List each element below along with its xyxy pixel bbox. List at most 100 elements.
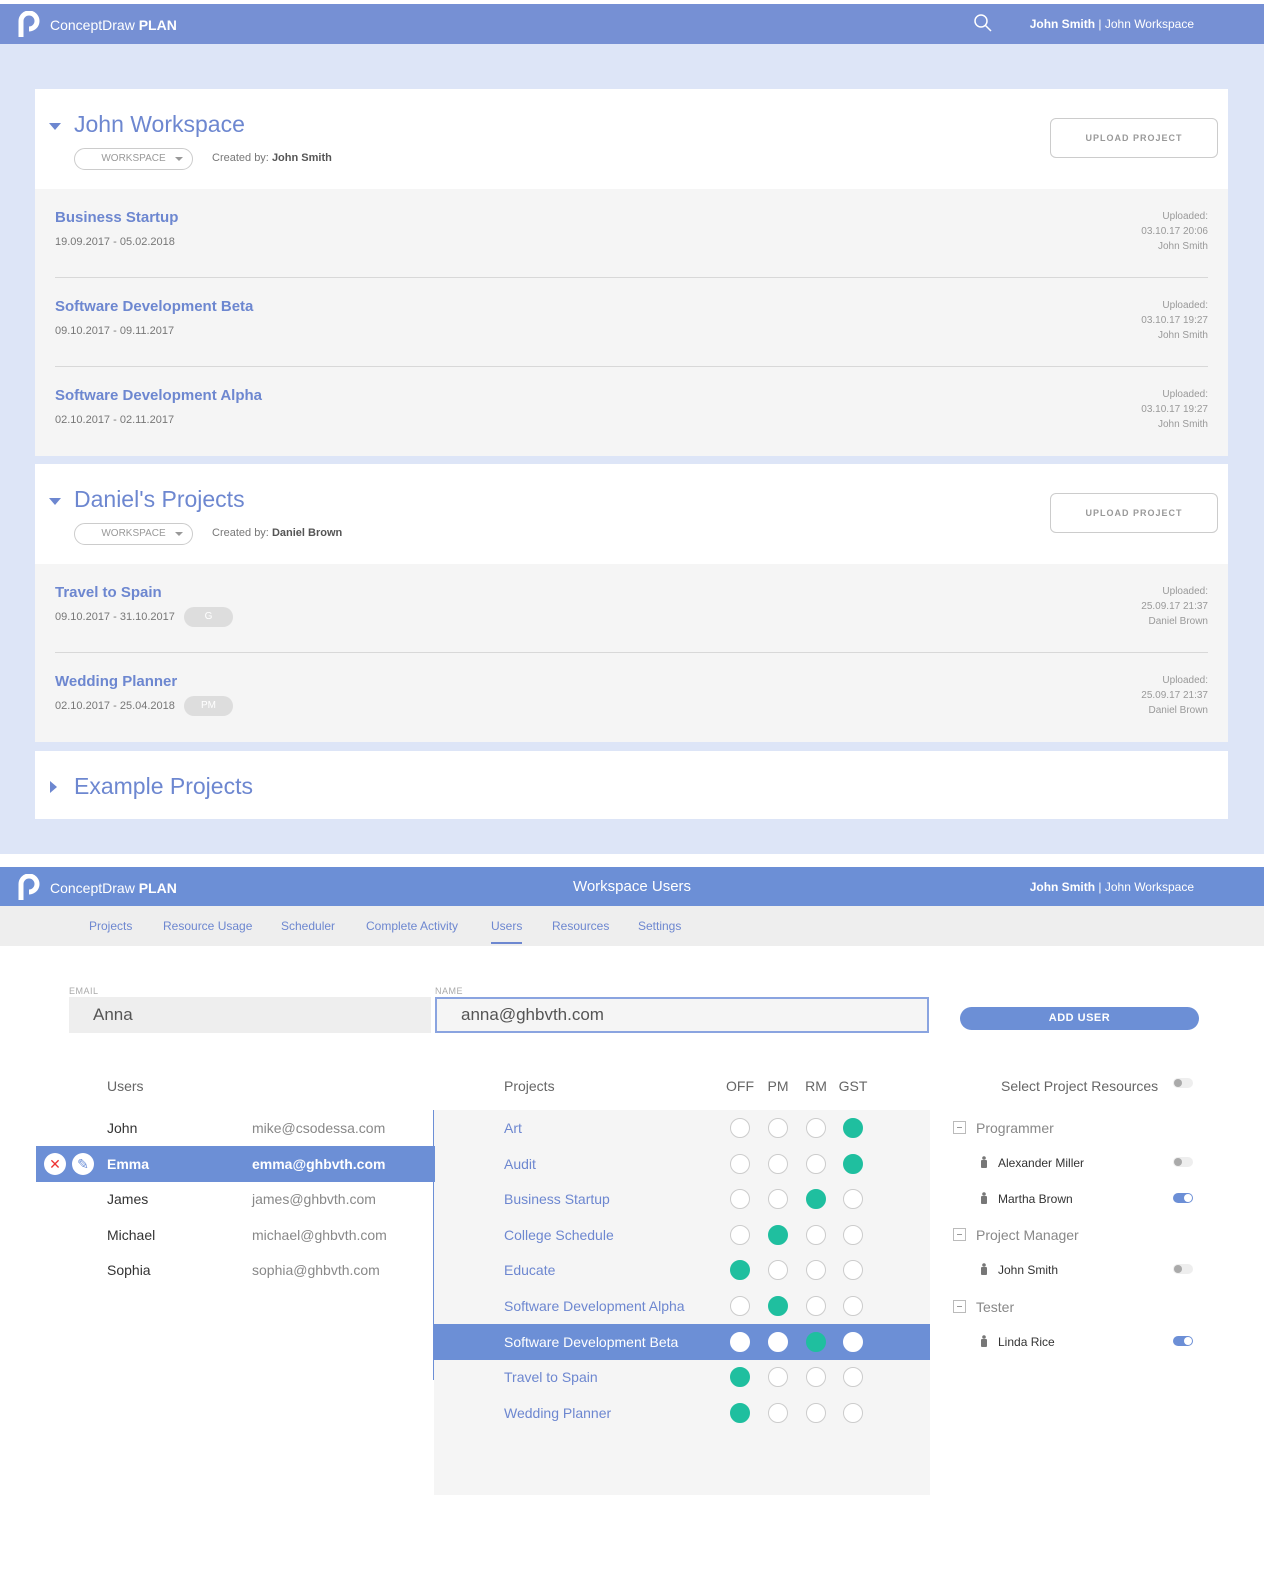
resources-toggle[interactable] xyxy=(1173,1078,1193,1088)
role-radio-pm[interactable] xyxy=(768,1260,788,1281)
collapse-icon[interactable] xyxy=(49,498,61,505)
project-row[interactable]: Travel to Spain 09.10.2017 - 31.10.2017 G U… xyxy=(35,564,1228,653)
resource-toggle[interactable] xyxy=(1173,1192,1193,1203)
resource-toggle[interactable] xyxy=(1173,1264,1193,1274)
role-radio-off[interactable] xyxy=(730,1189,750,1210)
role-radio-off[interactable] xyxy=(730,1260,750,1281)
email-field[interactable]: Anna xyxy=(69,997,431,1033)
tab-scheduler[interactable]: Scheduler xyxy=(281,919,335,933)
role-radio-off[interactable] xyxy=(730,1224,750,1245)
role-radio-off[interactable] xyxy=(730,1153,750,1174)
role-radio-gst[interactable] xyxy=(843,1153,863,1174)
user-menu[interactable]: John Smith | John Workspace xyxy=(1030,880,1194,894)
upload-project-button[interactable]: UPLOAD PROJECT xyxy=(1050,118,1218,158)
role-radio-gst[interactable] xyxy=(843,1224,863,1245)
project-row[interactable]: Wedding Planner 02.10.2017 - 25.04.2018 PM… xyxy=(35,653,1228,742)
role-radio-rm[interactable] xyxy=(806,1224,826,1245)
resource-group[interactable]: Tester xyxy=(953,1299,1014,1315)
role-radio-gst[interactable] xyxy=(843,1296,863,1316)
workspace-title[interactable]: Example Projects xyxy=(74,773,253,800)
role-radio-pm[interactable] xyxy=(768,1153,788,1174)
role-radio-gst[interactable] xyxy=(843,1331,863,1352)
role-radio-gst[interactable] xyxy=(843,1402,863,1423)
user-row[interactable]: Michael michael@ghbvth.com xyxy=(36,1217,435,1253)
role-radio-off[interactable] xyxy=(730,1367,750,1388)
project-row[interactable]: Wedding Planner xyxy=(434,1395,930,1431)
role-radio-pm[interactable] xyxy=(768,1118,788,1138)
resource-group[interactable]: Programmer xyxy=(953,1120,1054,1136)
project-row[interactable]: College Schedule xyxy=(434,1217,930,1253)
tab-complete-activity[interactable]: Complete Activity xyxy=(366,919,458,933)
tab-users[interactable]: Users xyxy=(491,919,523,944)
project-name: Art xyxy=(504,1120,522,1136)
project-row[interactable]: Business Startup xyxy=(434,1181,930,1217)
user-menu[interactable]: John Smith | John Workspace xyxy=(1030,17,1194,31)
role-radio-pm[interactable] xyxy=(768,1189,788,1210)
resource-group[interactable]: Project Manager xyxy=(953,1227,1079,1243)
role-radio-rm[interactable] xyxy=(806,1189,826,1210)
user-name: Michael xyxy=(107,1226,156,1243)
expand-icon[interactable] xyxy=(50,781,57,793)
collapse-icon[interactable] xyxy=(49,123,61,130)
add-user-button[interactable]: ADD USER xyxy=(960,1007,1199,1030)
role-radio-gst[interactable] xyxy=(843,1367,863,1388)
tab-resource-usage[interactable]: Resource Usage xyxy=(163,919,252,933)
project-name: Travel to Spain xyxy=(504,1369,598,1386)
user-row[interactable]: James james@ghbvth.com xyxy=(36,1181,435,1217)
tab-projects[interactable]: Projects xyxy=(89,919,132,933)
role-radio-gst[interactable] xyxy=(843,1118,863,1138)
role-radio-rm[interactable] xyxy=(806,1331,826,1352)
role-radio-gst[interactable] xyxy=(843,1189,863,1210)
role-radio-rm[interactable] xyxy=(806,1260,826,1281)
project-name[interactable]: Software Development Alpha xyxy=(55,387,262,404)
role-radio-off[interactable] xyxy=(730,1118,750,1138)
user-email: michael@ghbvth.com xyxy=(252,1226,387,1243)
project-row[interactable]: Software Development Beta xyxy=(434,1323,930,1360)
role-radio-off[interactable] xyxy=(730,1296,750,1316)
workspace-dropdown[interactable]: WORKSPACE xyxy=(74,523,193,545)
role-radio-pm[interactable] xyxy=(768,1402,788,1423)
project-row[interactable]: Educate xyxy=(434,1252,930,1288)
role-radio-pm[interactable] xyxy=(768,1367,788,1388)
workspace-title[interactable]: John Workspace xyxy=(74,111,245,138)
resource-toggle[interactable] xyxy=(1173,1335,1193,1346)
project-row[interactable]: Software Development Beta 09.10.2017 - 09… xyxy=(35,278,1228,367)
workspace-title[interactable]: Daniel's Projects xyxy=(74,486,245,513)
upload-project-button[interactable]: UPLOAD PROJECT xyxy=(1050,493,1218,533)
role-radio-rm[interactable] xyxy=(806,1367,826,1388)
role-radio-rm[interactable] xyxy=(806,1402,826,1423)
role-radio-off[interactable] xyxy=(730,1402,750,1423)
user-row[interactable]: John mike@csodessa.com xyxy=(36,1110,435,1146)
collapse-icon[interactable] xyxy=(953,1121,966,1134)
project-row[interactable]: Software Development Alpha 02.10.2017 - 0… xyxy=(35,367,1228,456)
project-name[interactable]: Software Development Beta xyxy=(55,298,253,315)
role-radio-rm[interactable] xyxy=(806,1118,826,1138)
project-row[interactable]: Travel to Spain xyxy=(434,1359,930,1395)
project-row[interactable]: Art xyxy=(434,1110,930,1146)
workspace-dropdown[interactable]: WORKSPACE xyxy=(74,148,193,170)
tab-resources[interactable]: Resources xyxy=(552,919,609,933)
resource-toggle[interactable] xyxy=(1173,1157,1193,1167)
role-radio-rm[interactable] xyxy=(806,1153,826,1174)
edit-icon[interactable]: ✎ xyxy=(72,1152,94,1175)
user-row[interactable]: Sophia sophia@ghbvth.com xyxy=(36,1252,435,1288)
role-radio-pm[interactable] xyxy=(768,1331,788,1352)
role-radio-rm[interactable] xyxy=(806,1296,826,1316)
user-row[interactable]: ✕ ✎ Emma emma@ghbvth.com xyxy=(36,1145,435,1182)
collapse-icon[interactable] xyxy=(953,1299,966,1313)
project-name[interactable]: Business Startup xyxy=(55,209,178,226)
role-radio-pm[interactable] xyxy=(768,1296,788,1316)
name-field[interactable]: anna@ghbvth.com xyxy=(435,997,929,1033)
delete-icon[interactable]: ✕ xyxy=(44,1152,66,1175)
role-radio-pm[interactable] xyxy=(768,1224,788,1245)
role-radio-off[interactable] xyxy=(730,1331,750,1352)
project-row[interactable]: Audit xyxy=(434,1146,930,1182)
role-radio-gst[interactable] xyxy=(843,1260,863,1281)
search-icon[interactable] xyxy=(974,14,992,32)
collapse-icon[interactable] xyxy=(953,1228,966,1241)
project-row[interactable]: Software Development Alpha xyxy=(434,1288,930,1324)
tab-settings[interactable]: Settings xyxy=(638,919,681,933)
project-name[interactable]: Wedding Planner xyxy=(55,673,177,690)
project-row[interactable]: Business Startup 19.09.2017 - 05.02.2018 U… xyxy=(35,189,1228,278)
project-name[interactable]: Travel to Spain xyxy=(55,584,162,601)
